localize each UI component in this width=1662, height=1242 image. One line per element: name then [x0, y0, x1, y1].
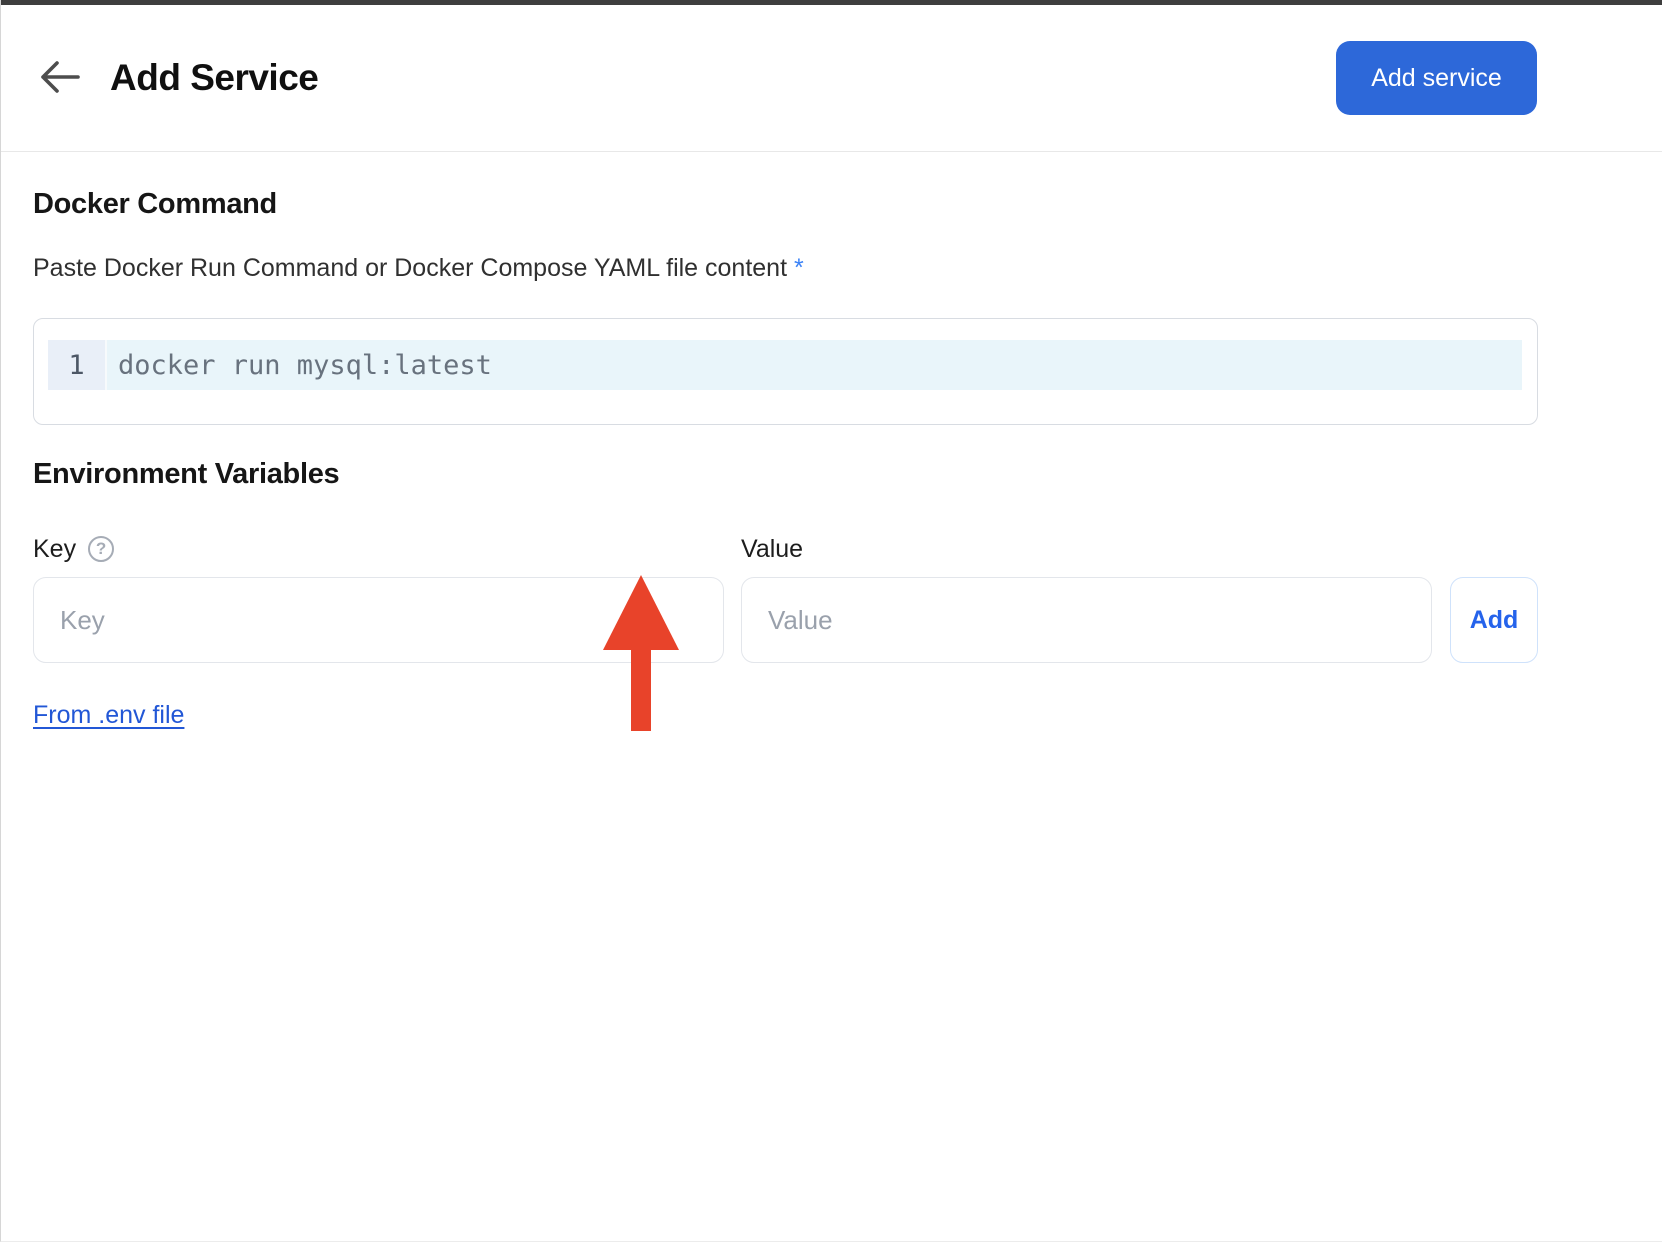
back-button[interactable]: [36, 58, 82, 98]
value-label: Value: [741, 535, 803, 564]
key-input[interactable]: [33, 577, 724, 663]
add-service-page: Add Service Add service Docker Command P…: [0, 0, 1662, 1242]
code-line-input[interactable]: docker run mysql:latest: [107, 340, 1522, 390]
docker-command-editor[interactable]: 1 docker run mysql:latest: [33, 318, 1538, 425]
page-header: Add Service Add service: [1, 5, 1662, 152]
environment-variables-heading: Environment Variables: [33, 458, 1662, 491]
key-label-wrap: Key ?: [33, 535, 741, 564]
page-title: Add Service: [110, 57, 318, 99]
key-label: Key: [33, 535, 76, 564]
value-input[interactable]: [741, 577, 1432, 663]
help-icon[interactable]: ?: [88, 536, 114, 562]
back-arrow-icon: [36, 58, 82, 99]
env-labels-row: Key ? Value: [33, 534, 1662, 564]
line-number-gutter: 1: [48, 340, 107, 390]
editor-active-line: 1 docker run mysql:latest: [48, 340, 1522, 390]
docker-command-heading: Docker Command: [33, 152, 1662, 221]
env-inputs-row: Add: [33, 577, 1662, 663]
from-env-file-link[interactable]: From .env file: [33, 701, 184, 730]
add-env-var-button[interactable]: Add: [1450, 577, 1538, 663]
required-asterisk: *: [794, 254, 804, 282]
add-service-button[interactable]: Add service: [1336, 41, 1537, 115]
docker-command-label-text: Paste Docker Run Command or Docker Compo…: [33, 254, 794, 282]
docker-command-label: Paste Docker Run Command or Docker Compo…: [33, 254, 1662, 283]
main-content: Docker Command Paste Docker Run Command …: [1, 152, 1662, 730]
